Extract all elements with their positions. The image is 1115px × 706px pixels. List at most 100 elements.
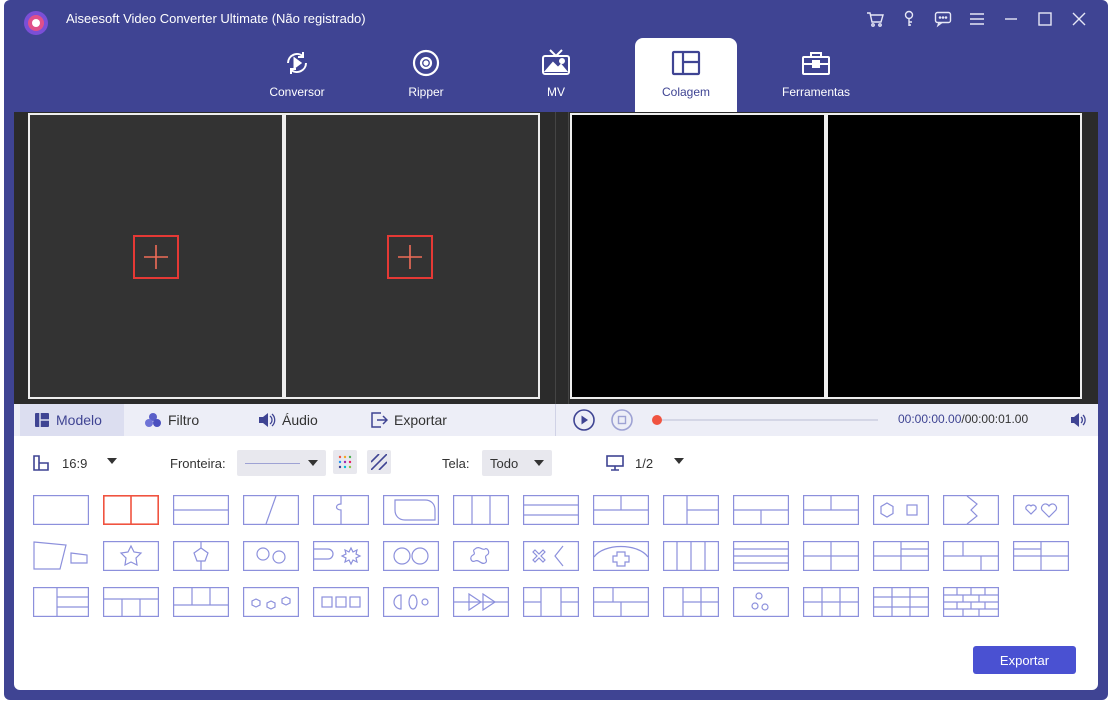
tab-exportar[interactable]: Exportar	[356, 404, 461, 436]
template-three-horizontal[interactable]	[523, 495, 579, 525]
collage-cell-1[interactable]	[28, 113, 284, 399]
maximize-icon[interactable]	[1032, 8, 1058, 30]
template-puzzle[interactable]	[313, 495, 369, 525]
template-hexagons[interactable]	[243, 587, 299, 617]
template-ovals[interactable]	[383, 587, 439, 617]
template-blob[interactable]	[453, 541, 509, 571]
progress-handle[interactable]	[652, 415, 662, 425]
template-top-three[interactable]	[103, 587, 159, 617]
time-readout: 00:00:00.00/00:00:01.00	[898, 412, 1028, 426]
export-button[interactable]: Exportar	[973, 646, 1076, 674]
template-single[interactable]	[33, 495, 89, 525]
template-mosaic[interactable]	[663, 587, 719, 617]
add-media-button[interactable]	[387, 235, 433, 279]
page-dropdown[interactable]	[674, 458, 684, 464]
collage-subtabs: Modelo Filtro Áudio Exportar	[14, 404, 555, 436]
stop-icon[interactable]	[611, 409, 633, 431]
template-side-stack[interactable]	[33, 587, 89, 617]
minimize-icon[interactable]	[998, 8, 1024, 30]
tab-colagem[interactable]: Colagem	[635, 38, 737, 112]
tab-filtro[interactable]: Filtro	[130, 404, 213, 436]
template-t-split[interactable]	[593, 495, 649, 525]
border-color-icon[interactable]	[333, 450, 357, 474]
play-icon[interactable]	[573, 409, 595, 431]
template-grid-2x2[interactable]	[803, 541, 859, 571]
template-zigzag[interactable]	[943, 495, 999, 525]
template-right-stack[interactable]	[593, 587, 649, 617]
template-two-horizontal[interactable]	[173, 495, 229, 525]
template-bottom-three[interactable]	[173, 587, 229, 617]
template-gears[interactable]	[243, 541, 299, 571]
screen-value: Todo	[490, 455, 519, 471]
template-pentagon[interactable]	[173, 541, 229, 571]
template-bubbles[interactable]	[733, 587, 789, 617]
progress-track[interactable]	[656, 419, 878, 421]
plus-icon	[398, 245, 422, 269]
template-cross[interactable]	[523, 541, 579, 571]
tab-ferramentas[interactable]: Ferramentas	[765, 38, 867, 112]
template-shapes[interactable]	[873, 495, 929, 525]
collage-cell-2[interactable]	[284, 113, 540, 399]
tab-label: Exportar	[394, 412, 447, 428]
screen-select[interactable]: Todo	[482, 450, 552, 476]
tab-label: Colagem	[661, 85, 711, 99]
export-icon	[371, 412, 388, 428]
template-grid-dense[interactable]	[943, 587, 999, 617]
template-offset-grid[interactable]	[873, 541, 929, 571]
toolbox-icon	[799, 46, 833, 80]
template-burst[interactable]	[313, 541, 369, 571]
template-left-split[interactable]	[663, 495, 719, 525]
template-four-vertical[interactable]	[663, 541, 719, 571]
cart-icon[interactable]	[862, 8, 888, 30]
current-time: 00:00:00.00	[898, 412, 962, 426]
template-trapezoid[interactable]	[33, 541, 89, 571]
template-three-squares[interactable]	[313, 587, 369, 617]
template-grid-3x3[interactable]	[873, 587, 929, 617]
chevron-down-icon	[308, 460, 318, 466]
template-brick[interactable]	[943, 541, 999, 571]
template-two-vertical-selected[interactable]	[103, 495, 159, 525]
tab-label: Conversor	[269, 85, 325, 99]
aspect-ratio-dropdown[interactable]	[107, 458, 117, 464]
close-icon[interactable]	[1066, 8, 1092, 30]
tab-label: Áudio	[282, 412, 318, 428]
panel-divider[interactable]	[555, 112, 569, 404]
app-logo	[24, 11, 48, 35]
border-style-select[interactable]	[237, 450, 326, 476]
tab-modelo[interactable]: Modelo	[20, 404, 124, 436]
page-indicator: 1/2	[635, 456, 654, 471]
aspect-ratio-icon	[33, 455, 49, 471]
template-left-column[interactable]	[1013, 541, 1069, 571]
chat-icon[interactable]	[930, 8, 956, 30]
volume-icon[interactable]	[1070, 411, 1088, 429]
tab-conversor[interactable]: Conversor	[246, 38, 348, 112]
tab-audio[interactable]: Áudio	[244, 404, 332, 436]
template-star[interactable]	[103, 541, 159, 571]
template-four-horizontal[interactable]	[733, 541, 789, 571]
template-rounded[interactable]	[383, 495, 439, 525]
menu-icon[interactable]	[964, 8, 990, 30]
template-grid-3x2[interactable]	[803, 587, 859, 617]
convert-icon	[280, 46, 314, 80]
border-label: Fronteira:	[170, 456, 226, 471]
collage-editor	[14, 112, 555, 404]
template-arc[interactable]	[593, 541, 649, 571]
template-bottom-split[interactable]	[733, 495, 789, 525]
duration: /00:00:01.00	[961, 412, 1029, 426]
template-three-vertical[interactable]	[453, 495, 509, 525]
monitor-icon	[606, 455, 624, 471]
template-arrows[interactable]	[453, 587, 509, 617]
collage-icon	[669, 46, 703, 80]
template-hearts[interactable]	[1013, 495, 1069, 525]
tab-mv[interactable]: MV	[505, 38, 607, 112]
add-media-button[interactable]	[133, 235, 179, 279]
template-circles[interactable]	[383, 541, 439, 571]
tab-ripper[interactable]: Ripper	[375, 38, 477, 112]
template-center-wide[interactable]	[523, 587, 579, 617]
template-icon	[35, 413, 49, 427]
key-icon[interactable]	[896, 8, 922, 30]
template-diagonal[interactable]	[243, 495, 299, 525]
border-pattern-icon[interactable]	[367, 450, 391, 474]
template-top-split[interactable]	[803, 495, 859, 525]
tab-label: Modelo	[56, 412, 102, 428]
